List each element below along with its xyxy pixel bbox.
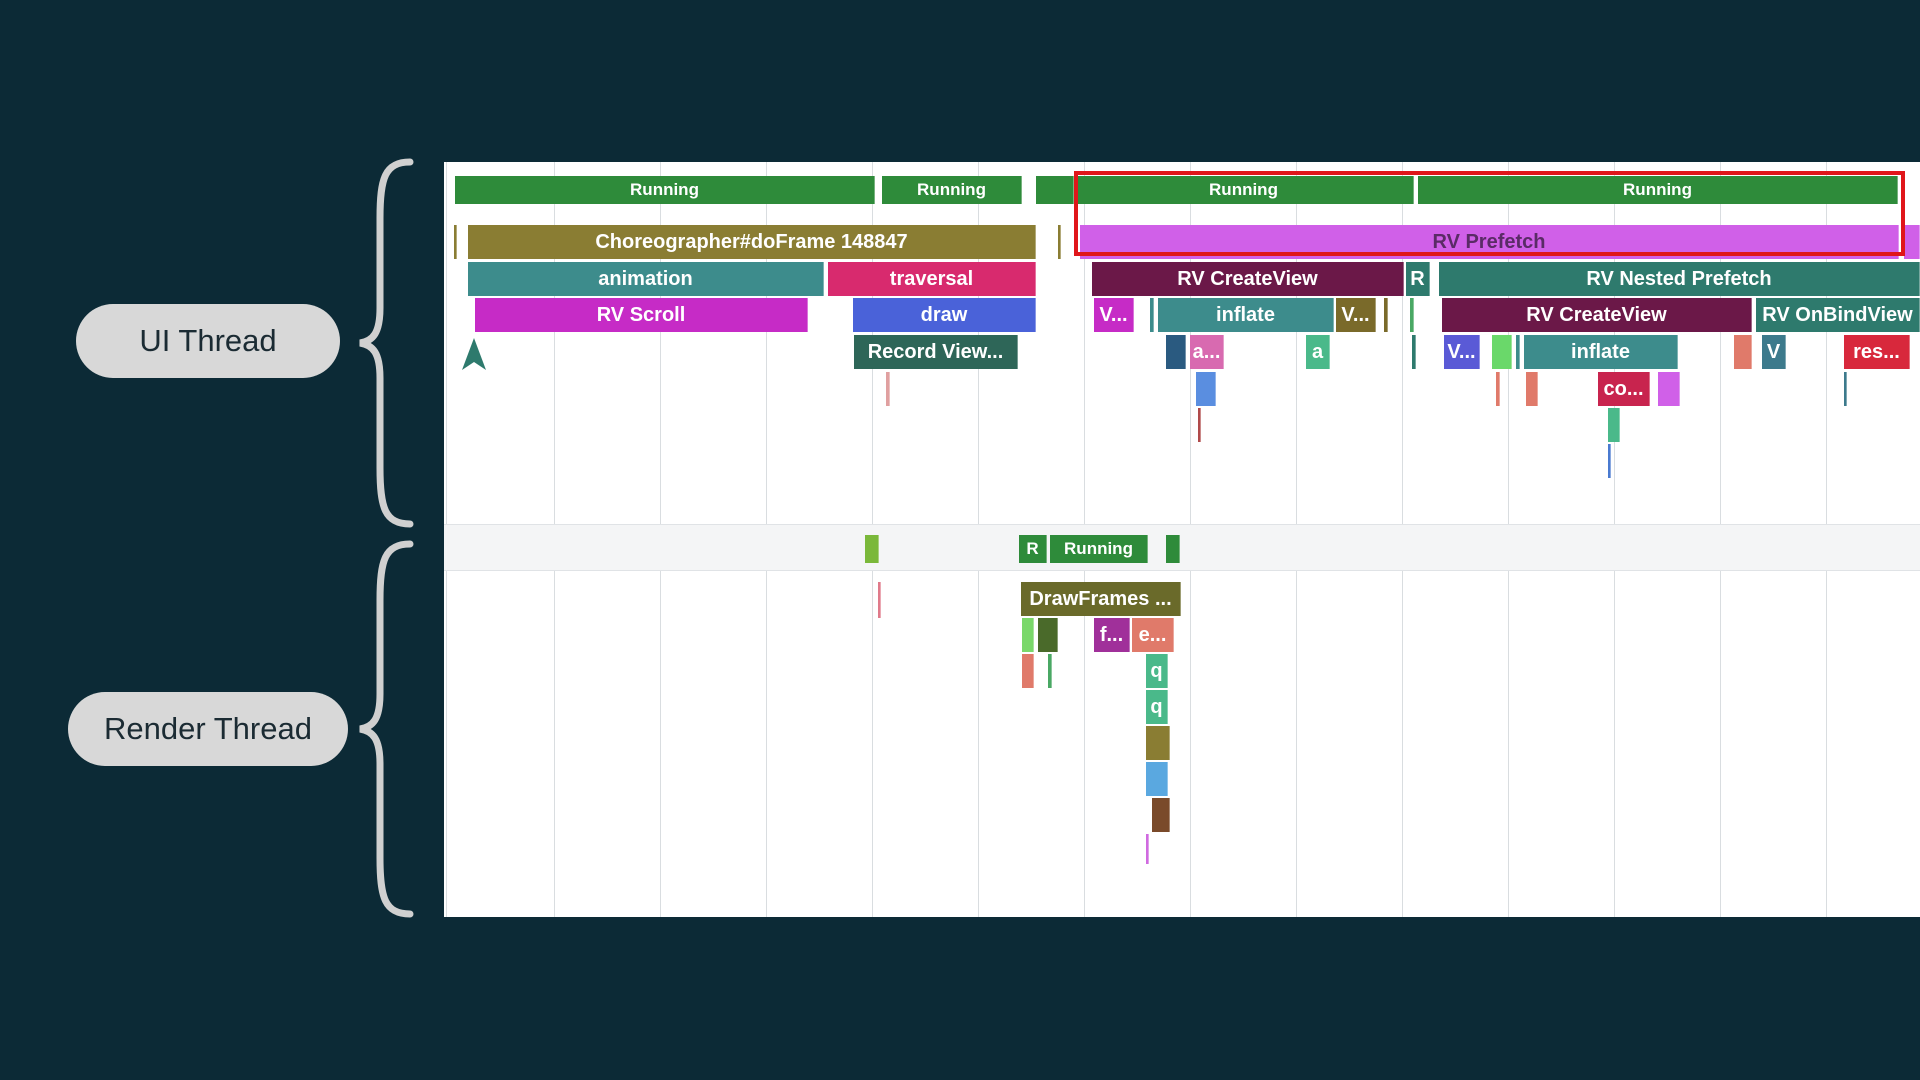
slice-f[interactable]: f... (1094, 618, 1130, 652)
slice-sliver[interactable] (454, 225, 457, 259)
render-state-running[interactable]: Running (1050, 535, 1148, 563)
highlight-box (1074, 171, 1905, 256)
ui-state-running[interactable]: Running (882, 176, 1022, 204)
slice-sliver[interactable] (1904, 225, 1920, 259)
render-state-sliver[interactable] (865, 535, 879, 563)
slice-r[interactable]: R (1406, 262, 1430, 296)
slice-animation[interactable]: animation (468, 262, 824, 296)
slice-a[interactable]: a... (1190, 335, 1224, 369)
slice-drawframes[interactable]: DrawFrames ... (1021, 582, 1181, 616)
trace-panel: Running Running Running Running Choreogr… (444, 162, 1920, 917)
slice-rv-nested-prefetch[interactable]: RV Nested Prefetch (1439, 262, 1920, 296)
slice-co[interactable]: co... (1598, 372, 1650, 406)
slice-sliver[interactable] (1734, 335, 1752, 369)
slice-sliver[interactable] (1844, 372, 1847, 406)
ui-thread-label: UI Thread (76, 304, 340, 378)
ui-thread-brace (359, 158, 414, 528)
slice-v[interactable]: V... (1444, 335, 1480, 369)
slice-sliver[interactable] (1496, 372, 1500, 406)
slice-traversal[interactable]: traversal (828, 262, 1036, 296)
slice-sliver[interactable] (1384, 298, 1388, 332)
ui-state-running[interactable]: Running (455, 176, 875, 204)
slice-sliver[interactable] (1516, 335, 1520, 369)
slice-sliver[interactable] (1492, 335, 1512, 369)
slice-sliver[interactable] (1166, 335, 1186, 369)
slice-rv-createview[interactable]: RV CreateView (1092, 262, 1404, 296)
slice-sliver[interactable] (878, 582, 881, 618)
slice-sliver[interactable] (1048, 654, 1052, 688)
slice-sliver[interactable] (1150, 298, 1154, 332)
slice-sliver[interactable] (1146, 762, 1168, 796)
slice-v[interactable]: V (1762, 335, 1786, 369)
slice-rv-onbindview[interactable]: RV OnBindView (1756, 298, 1920, 332)
slice-sliver[interactable] (886, 372, 890, 406)
slice-sliver[interactable] (1022, 654, 1034, 688)
slice-q[interactable]: q (1146, 690, 1168, 724)
slice-inflate[interactable]: inflate (1524, 335, 1678, 369)
slice-res[interactable]: res... (1844, 335, 1910, 369)
slice-sliver[interactable] (1410, 298, 1414, 332)
slice-draw[interactable]: draw (853, 298, 1036, 332)
slice-sliver[interactable] (1608, 444, 1611, 478)
slice-v[interactable]: V... (1094, 298, 1134, 332)
slice-a[interactable]: a (1306, 335, 1330, 369)
render-state-sliver[interactable] (1166, 535, 1180, 563)
slice-sliver[interactable] (1146, 834, 1149, 864)
slice-inflate[interactable]: inflate (1158, 298, 1334, 332)
vsync-marker-icon[interactable] (462, 338, 486, 370)
slice-rv-scroll[interactable]: RV Scroll (475, 298, 808, 332)
slice-sliver[interactable] (1658, 372, 1680, 406)
ui-state-running-segment[interactable] (1036, 176, 1074, 204)
slice-sliver[interactable] (1412, 335, 1416, 369)
render-state-r[interactable]: R (1019, 535, 1047, 563)
slice-sliver[interactable] (1146, 726, 1170, 760)
slice-sliver[interactable] (1608, 408, 1620, 442)
slice-v[interactable]: V... (1336, 298, 1376, 332)
slice-rv-createview[interactable]: RV CreateView (1442, 298, 1752, 332)
slice-q[interactable]: q (1146, 654, 1168, 688)
slice-sliver[interactable] (1058, 225, 1061, 259)
slice-e[interactable]: e... (1132, 618, 1174, 652)
slice-sliver[interactable] (1152, 798, 1170, 832)
render-thread-label: Render Thread (68, 692, 348, 766)
slice-record-view[interactable]: Record View... (854, 335, 1018, 369)
slice-sliver[interactable] (1038, 618, 1058, 652)
render-thread-brace (359, 540, 414, 918)
slice-sliver[interactable] (1526, 372, 1538, 406)
slice-sliver[interactable] (1198, 408, 1201, 442)
slice-choreographer-doframe[interactable]: Choreographer#doFrame 148847 (468, 225, 1036, 259)
slice-sliver[interactable] (1022, 618, 1034, 652)
slice-sliver[interactable] (1196, 372, 1216, 406)
